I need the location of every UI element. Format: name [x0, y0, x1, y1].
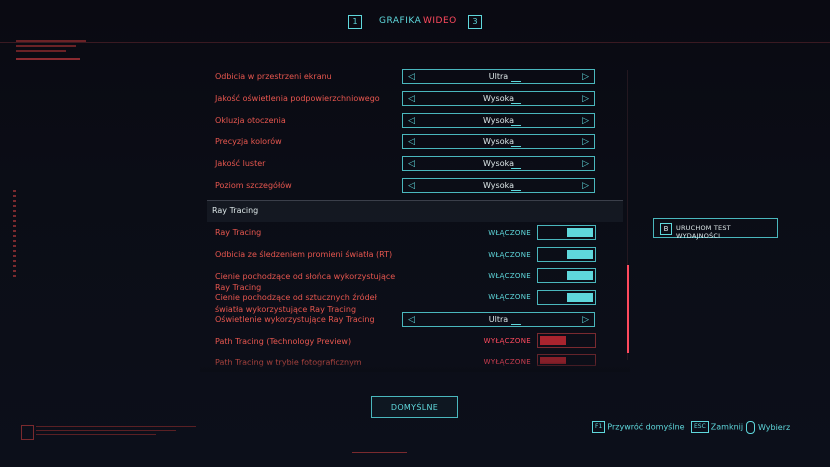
hint-label: Zamknij [710, 422, 744, 432]
tab-wideo[interactable]: WIDEO [423, 16, 457, 26]
hint-label: Przywróć domyślne [607, 422, 685, 432]
setting-selector[interactable]: ◁ Wysoka ▷ [402, 91, 595, 106]
setting-label: Path Tracing (Technology Preview) [215, 337, 352, 346]
setting-label: Oświetlenie wykorzystujące Ray Tracing [215, 315, 375, 324]
arrow-right-icon[interactable]: ▷ [582, 115, 589, 127]
setting-label-cont: Ray Tracing [215, 283, 262, 292]
arrow-right-icon[interactable]: ▷ [582, 180, 589, 192]
toggle-local-shadows[interactable] [537, 290, 596, 305]
value-underline [511, 324, 521, 325]
value-underline [511, 146, 521, 147]
section-title: Ray Tracing [212, 206, 259, 215]
section-header-ray-tracing: Ray Tracing [207, 200, 623, 222]
setting-selector[interactable]: ◁ Wysoka ▷ [402, 134, 595, 149]
toggle-knob [567, 250, 593, 259]
value-underline [511, 125, 521, 126]
arrow-right-icon[interactable]: ▷ [582, 158, 589, 170]
toggle-path-tracing[interactable] [537, 333, 596, 348]
setting-label-cont: światła wykorzystujące Ray Tracing [215, 305, 357, 314]
value-underline [511, 81, 521, 82]
setting-value: Ultra [488, 315, 509, 324]
header-divider [0, 42, 830, 43]
setting-value: Wysoka [483, 137, 514, 146]
value-underline [511, 190, 521, 191]
toggle-knob [540, 336, 566, 345]
arrow-right-icon[interactable]: ▷ [582, 136, 589, 148]
esc-key-icon: ESC [691, 421, 709, 433]
toggle-ray-tracing[interactable] [537, 225, 596, 240]
toggle-state: WŁĄCZONE [488, 251, 531, 259]
benchmark-key: B [660, 223, 672, 235]
setting-selector[interactable]: ◁ Wysoka ▷ [402, 156, 595, 171]
setting-label: Cienie pochodzące od słońca wykorzystują… [215, 272, 396, 281]
arrow-right-icon[interactable]: ▷ [582, 93, 589, 105]
toggle-knob [567, 228, 593, 237]
scrollbar-thumb[interactable] [627, 265, 629, 353]
setting-label: Precyzja kolorów [215, 137, 282, 146]
setting-value: Wysoka [483, 94, 514, 103]
setting-value: Ultra [488, 72, 509, 81]
f1-key-icon: F1 [592, 421, 606, 433]
toggle-sun-shadows[interactable] [537, 268, 596, 283]
setting-label: Jakość luster [215, 159, 266, 168]
setting-label: Ray Tracing [215, 228, 262, 237]
decor-text-topleft [16, 40, 96, 60]
arrow-right-icon[interactable]: ▷ [582, 71, 589, 83]
defaults-label: DOMYŚLNE [390, 403, 439, 412]
setting-selector[interactable]: ◁ Wysoka ▷ [402, 113, 595, 128]
value-underline [511, 168, 521, 169]
hint-label: Wybierz [758, 423, 791, 432]
decor-vertical-left [13, 190, 16, 285]
prev-tab-key[interactable]: 1 [348, 15, 362, 29]
rating-badge-icon [21, 425, 34, 440]
setting-label: Odbicia ze śledzeniem promieni światła (… [215, 250, 393, 259]
toggle-state: WŁĄCZONE [488, 272, 531, 280]
value-underline [511, 103, 521, 104]
decor-text-bottomleft [36, 426, 206, 435]
setting-value: Wysoka [483, 159, 514, 168]
mouse-icon [746, 421, 755, 434]
hint-restore-defaults[interactable]: F1 Przywróć domyślne [592, 421, 685, 433]
setting-selector[interactable]: ◁ Ultra ▷ [402, 312, 595, 327]
list-fade [200, 362, 630, 372]
toggle-state: WŁĄCZONE [488, 229, 531, 237]
decor-bottom-line [352, 452, 407, 453]
setting-value: Wysoka [483, 181, 514, 190]
hint-select[interactable]: Wybierz [746, 421, 790, 434]
setting-label: Cienie pochodzące od sztucznych źródeł [215, 293, 377, 302]
toggle-knob [567, 271, 593, 280]
arrow-right-icon[interactable]: ▷ [582, 314, 589, 326]
setting-label: Okluzja otoczenia [215, 116, 286, 125]
setting-label: Jakość oświetlenia podpowierzchniowego [215, 94, 380, 103]
next-tab-key[interactable]: 3 [468, 15, 482, 29]
toggle-knob [567, 293, 593, 302]
run-benchmark-button[interactable]: B URUCHOM TEST WYDAJNOŚCI [653, 218, 778, 240]
defaults-button[interactable]: DOMYŚLNE [371, 396, 458, 418]
toggle-state: WYŁĄCZONE [483, 337, 531, 345]
setting-selector[interactable]: ◁ Ultra ▷ [402, 69, 595, 84]
toggle-rt-reflections[interactable] [537, 247, 596, 262]
setting-value: Wysoka [483, 116, 514, 125]
setting-label: Odbicia w przestrzeni ekranu [215, 72, 332, 81]
tab-grafika[interactable]: GRAFIKA [379, 16, 421, 26]
hint-close[interactable]: ESC Zamknij [691, 421, 743, 433]
setting-selector[interactable]: ◁ Wysoka ▷ [402, 178, 595, 193]
toggle-state: WŁĄCZONE [488, 293, 531, 301]
setting-label: Poziom szczegółów [215, 181, 292, 190]
benchmark-label: URUCHOM TEST WYDAJNOŚCI [676, 224, 731, 240]
